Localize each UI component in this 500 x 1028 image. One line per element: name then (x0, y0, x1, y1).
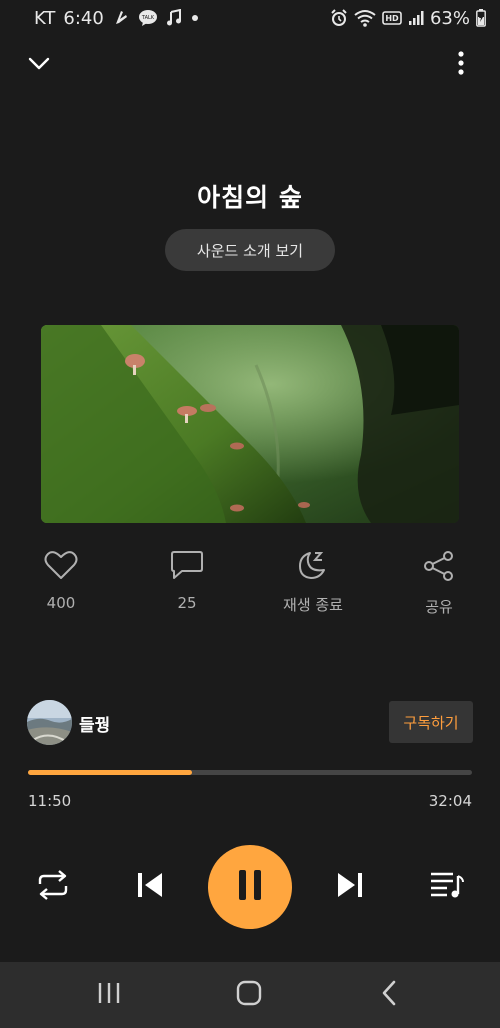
like-count: 400 (46, 594, 76, 612)
more-vertical-icon (457, 51, 465, 79)
signal-icon (408, 10, 424, 26)
next-button[interactable] (332, 870, 368, 904)
recent-apps-button[interactable] (89, 980, 129, 1010)
previous-icon (135, 870, 165, 904)
wifi-icon (354, 9, 376, 27)
sound-intro-button[interactable]: 사운드 소개 보기 (165, 229, 335, 271)
recent-apps-icon (97, 981, 121, 1009)
progress-bar[interactable] (28, 770, 472, 775)
svg-text:TALK: TALK (141, 15, 155, 21)
comment-icon (170, 550, 204, 584)
dot-icon (190, 13, 200, 23)
hd-icon: HD (382, 10, 402, 26)
clock: 6:40 (63, 7, 104, 29)
action-row: 400 25 재생 종료 공유 (0, 550, 500, 620)
playback-controls (0, 842, 500, 932)
sleep-timer-button[interactable]: 재생 종료 (258, 550, 368, 615)
home-icon (236, 980, 262, 1010)
playlist-icon (429, 870, 465, 904)
author-row: 들꿩 구독하기 (27, 700, 473, 746)
alarm-icon (330, 9, 348, 27)
sleep-timer-icon (296, 550, 330, 584)
track-artwork (41, 325, 459, 523)
comment-count: 25 (177, 594, 197, 612)
svg-text:HD: HD (385, 14, 399, 23)
home-button[interactable] (229, 980, 269, 1010)
talk-icon: TALK (138, 9, 158, 27)
status-bar: KT 6:40 TALK HD 63% (0, 0, 500, 36)
avatar[interactable] (27, 700, 72, 745)
previous-button[interactable] (132, 870, 168, 904)
total-time: 32:04 (428, 792, 472, 810)
back-icon (380, 980, 398, 1010)
heart-icon (44, 550, 78, 584)
pause-button[interactable] (208, 845, 292, 929)
repeat-button[interactable] (34, 870, 72, 904)
top-bar (0, 44, 500, 84)
share-icon (422, 550, 456, 586)
music-note-icon (166, 9, 182, 27)
repeat-icon (36, 870, 70, 904)
back-button[interactable] (369, 980, 409, 1010)
carrier-label: KT (34, 7, 56, 29)
status-left: KT 6:40 TALK (34, 8, 200, 29)
progress-fill (28, 770, 192, 775)
system-nav-bar (0, 962, 500, 1028)
share-button[interactable]: 공유 (384, 550, 494, 617)
battery-percent: 63% (429, 7, 470, 29)
pause-icon (236, 868, 264, 906)
share-label: 공유 (425, 598, 453, 616)
sleep-timer-label: 재생 종료 (283, 596, 343, 614)
more-options-button[interactable] (446, 50, 476, 80)
status-right: HD 63% (330, 8, 486, 29)
music-app-icon (112, 9, 130, 27)
track-title: 아침의 숲 (197, 183, 303, 212)
comment-button[interactable]: 25 (132, 550, 242, 612)
playlist-button[interactable] (428, 870, 466, 904)
collapse-button[interactable] (24, 50, 54, 80)
chevron-down-icon (28, 56, 50, 75)
battery-icon (476, 9, 486, 27)
subscribe-button[interactable]: 구독하기 (389, 701, 473, 743)
current-time: 11:50 (28, 792, 72, 810)
like-button[interactable]: 400 (6, 550, 116, 612)
author-name[interactable]: 들꿩 (79, 711, 110, 736)
next-icon (335, 870, 365, 904)
